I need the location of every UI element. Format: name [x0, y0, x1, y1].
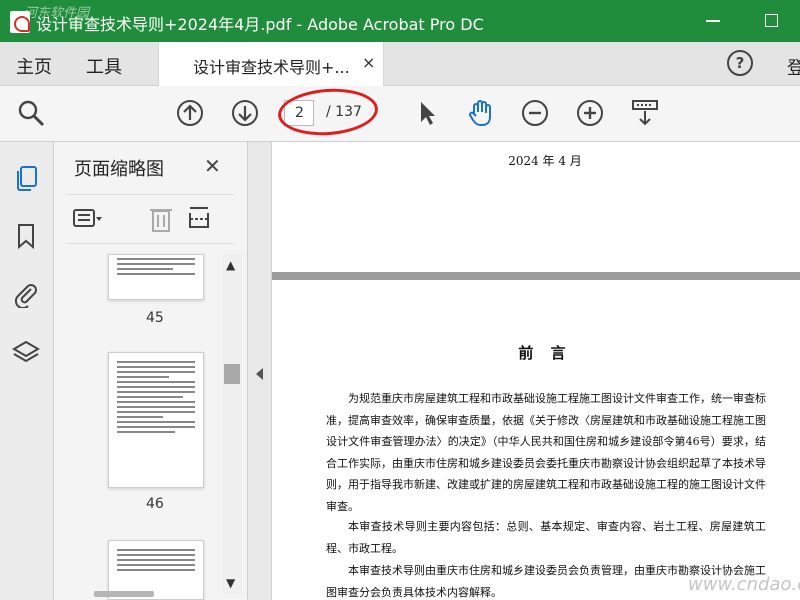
- document-date: 2024 年 4 月: [508, 154, 582, 168]
- help-icon[interactable]: ?: [727, 50, 753, 76]
- page-separator: [272, 272, 800, 280]
- section-heading: 前 言: [518, 344, 572, 362]
- layers-icon[interactable]: [12, 338, 40, 366]
- window-title: 设计审查技术导则+2024年4月.pdf - Adobe Acrobat Pro…: [36, 15, 484, 34]
- signin-button[interactable]: 登: [787, 54, 800, 80]
- toolbar: 2 / 137: [0, 85, 800, 142]
- panel-toolbar: [66, 194, 234, 244]
- thumbnail-label: 45: [146, 310, 164, 326]
- previous-page-icon[interactable]: [175, 98, 205, 128]
- thumbnail-page-45[interactable]: [108, 254, 204, 300]
- options-menu-icon[interactable]: [72, 205, 102, 233]
- collapse-arrow-icon[interactable]: [256, 368, 263, 380]
- red-highlight-annotation: [276, 85, 380, 139]
- document-view[interactable]: 2024 年 4 月 前 言 为规范重庆市房屋建筑工程和市政基础设施工程施工图设…: [272, 142, 800, 600]
- thumbnail-horizontal-scrollbar[interactable]: [64, 588, 220, 598]
- tab-tools[interactable]: 工具: [86, 53, 122, 79]
- attachment-icon[interactable]: [12, 280, 40, 310]
- scroll-up-icon[interactable]: ▲: [226, 258, 235, 272]
- tab-document[interactable]: 设计审查技术导则+... ×: [158, 42, 384, 86]
- next-page-icon[interactable]: [230, 98, 260, 128]
- zoom-out-icon[interactable]: [520, 98, 550, 128]
- scrollbar-thumb[interactable]: [224, 364, 240, 384]
- minimize-button[interactable]: [706, 20, 720, 22]
- bookmark-icon[interactable]: [12, 222, 40, 250]
- search-icon[interactable]: [16, 98, 46, 128]
- watermark-bottom: www.cndao.com: [688, 574, 800, 595]
- document-tab-label: 设计审查技术导则+...: [193, 58, 350, 77]
- select-pointer-icon[interactable]: [412, 98, 442, 128]
- thumbnail-vertical-scrollbar[interactable]: ▲ ▼: [222, 254, 242, 594]
- left-navigation-rail: [0, 142, 54, 600]
- delete-page-icon[interactable]: [146, 205, 176, 233]
- thumbnail-page-46[interactable]: [108, 352, 204, 488]
- zoom-in-icon[interactable]: [575, 98, 605, 128]
- split-page-icon[interactable]: [184, 205, 214, 233]
- close-panel-icon[interactable]: ✕: [204, 154, 221, 178]
- panel-collapse-gutter[interactable]: [248, 142, 272, 600]
- page-thumbnails-panel: 页面缩略图 ✕ 45 46 ▲ ▼: [54, 142, 248, 600]
- scroll-mode-icon[interactable]: [630, 98, 660, 128]
- title-bar: 设计审查技术导则+2024年4月.pdf - Adobe Acrobat Pro…: [0, 0, 800, 42]
- horizontal-scrollbar-thumb[interactable]: [94, 591, 154, 597]
- thumbnail-label: 46: [146, 496, 164, 512]
- close-tab-icon[interactable]: ×: [362, 53, 375, 72]
- paragraph: 为规范重庆市房屋建筑工程和市政基础设施工程施工图设计文件审查工作，统一审查标准，…: [326, 392, 766, 513]
- panel-title: 页面缩略图: [74, 159, 164, 180]
- paragraph: 本审查技术导则主要内容包括：总则、基本规定、审查内容、岩土工程、房屋建筑工程、市…: [326, 520, 766, 555]
- maximize-button[interactable]: [765, 14, 778, 27]
- pages-icon[interactable]: [12, 164, 40, 192]
- tab-bar: 主页 工具 设计审查技术导则+... × ? 登: [0, 42, 800, 86]
- hand-tool-icon[interactable]: [466, 98, 496, 128]
- watermark-top: 河东软件园: [24, 6, 90, 21]
- scroll-down-icon[interactable]: ▼: [226, 576, 235, 590]
- tab-home[interactable]: 主页: [16, 53, 52, 79]
